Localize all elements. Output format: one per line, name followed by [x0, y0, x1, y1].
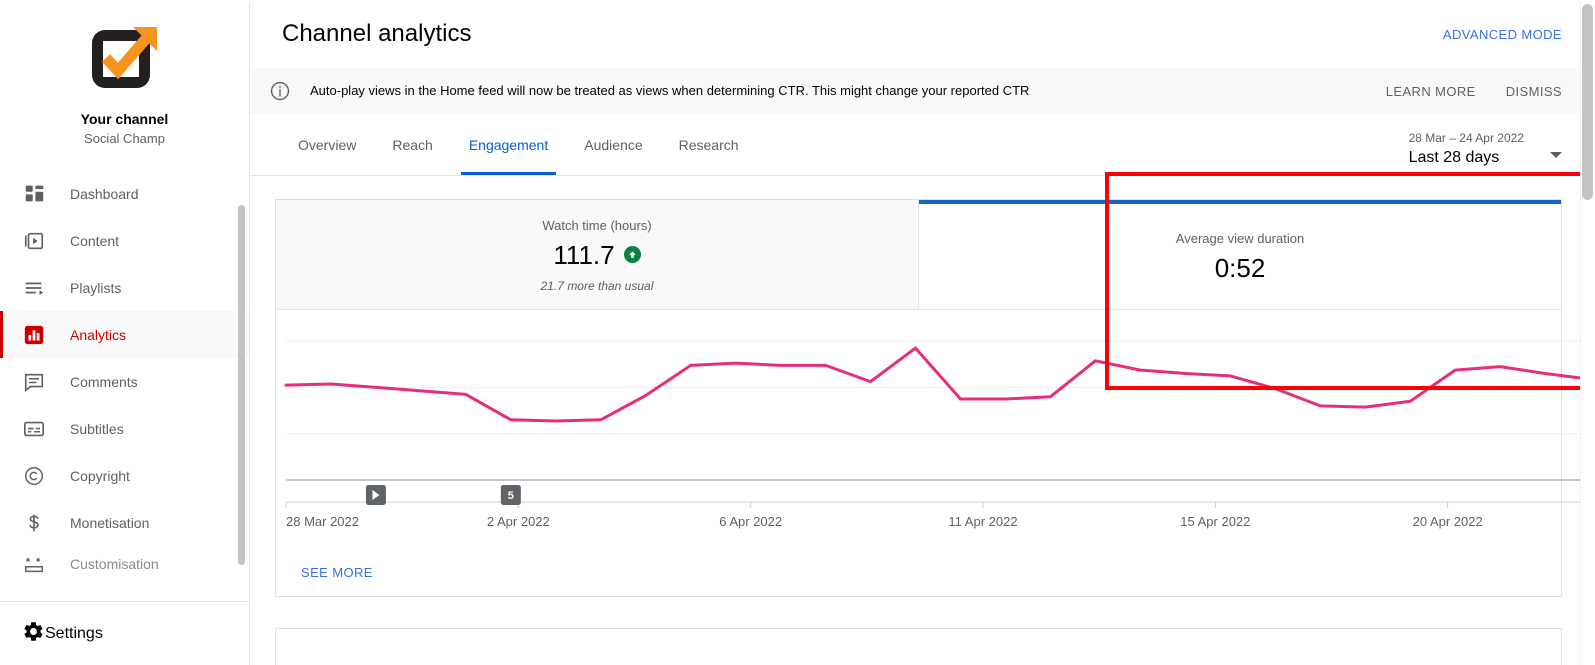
svg-text:28 Mar 2022: 28 Mar 2022: [286, 514, 359, 529]
sidebar-item-label: Monetisation: [70, 514, 150, 531]
svg-text:20 Apr 2022: 20 Apr 2022: [1413, 514, 1483, 529]
date-range-selector[interactable]: 28 Mar – 24 Apr 2022 Last 28 days: [1409, 130, 1562, 175]
notice-banner: Auto-play views in the Home feed will no…: [250, 68, 1595, 114]
copyright-icon: [22, 464, 46, 488]
customisation-icon: [22, 552, 46, 576]
sidebar-item-label: Settings: [45, 624, 103, 642]
date-range-text: 28 Mar – 24 Apr 2022 Last 28 days: [1409, 130, 1524, 169]
content-area: Watch time (hours) 111.7 21.7 more than …: [250, 199, 1595, 665]
sidebar-item-label: Copyright: [70, 467, 130, 484]
sidebar-item-label: Customisation: [70, 556, 159, 572]
dashboard-icon: [22, 182, 46, 206]
tab-audience[interactable]: Audience: [566, 114, 660, 175]
channel-name: Social Champ: [84, 131, 165, 146]
sidebar: Your channel Social Champ Dashboard Cont…: [0, 0, 250, 665]
sidebar-item-dashboard[interactable]: Dashboard: [0, 170, 249, 217]
checkbox-arrow-logo-icon: [91, 27, 157, 88]
metric-card-watch-time[interactable]: Watch time (hours) 111.7 21.7 more than …: [276, 200, 919, 309]
metric-label: Watch time (hours): [542, 217, 652, 233]
sidebar-item-label: Subtitles: [70, 420, 124, 437]
sidebar-item-copyright[interactable]: Copyright: [0, 452, 249, 499]
info-icon: [250, 80, 310, 102]
metric-value: 111.7: [553, 239, 615, 270]
content-video-icon: [22, 229, 46, 253]
metric-subtext: 21.7 more than usual: [540, 278, 654, 293]
subtitles-icon: [22, 417, 46, 441]
sidebar-item-analytics[interactable]: Analytics: [0, 311, 249, 358]
sidebar-item-monetisation[interactable]: Monetisation: [0, 499, 249, 546]
video-count-badge[interactable]: 5: [500, 485, 521, 505]
page-scrollbar-thumb[interactable]: [1582, 4, 1593, 200]
sidebar-item-settings[interactable]: Settings: [0, 602, 248, 665]
main-content: Channel analytics Advanced mode Auto-pla…: [250, 0, 1595, 665]
analytics-tabs: Overview Reach Engagement Audience Resea…: [282, 114, 757, 175]
video-upload-play-icon[interactable]: [365, 485, 386, 505]
comments-icon: [22, 370, 46, 394]
engagement-chart-card: Watch time (hours) 111.7 21.7 more than …: [275, 199, 1595, 597]
sidebar-item-label: Comments: [70, 373, 138, 390]
notice-text: Auto-play views in the Home feed will no…: [310, 83, 1030, 98]
svg-text:15 Apr 2022: 15 Apr 2022: [1180, 514, 1250, 529]
sidebar-scrollbar[interactable]: [238, 205, 245, 565]
tab-research[interactable]: Research: [661, 114, 757, 175]
sidebar-item-comments[interactable]: Comments: [0, 358, 249, 405]
metric-value-row: 111.7: [553, 239, 641, 271]
dollar-icon: [22, 511, 46, 535]
date-range-dates: 28 Mar – 24 Apr 2022: [1408, 131, 1524, 145]
window-top-edge: [0, 0, 1595, 3]
metric-card-average-view-duration[interactable]: Average view duration 0:52: [919, 200, 1561, 309]
analytics-icon: [22, 323, 46, 347]
sidebar-item-label: Content: [70, 232, 120, 249]
dismiss-button[interactable]: Dismiss: [1506, 84, 1562, 99]
tab-engagement[interactable]: Engagement: [451, 114, 566, 175]
sidebar-item-playlists[interactable]: Playlists: [0, 264, 249, 311]
svg-text:5: 5: [508, 490, 514, 502]
tab-reach[interactable]: Reach: [374, 114, 450, 175]
tab-overview[interactable]: Overview: [282, 114, 374, 175]
svg-text:11 Apr 2022: 11 Apr 2022: [948, 514, 1017, 529]
analytics-tabs-row: Overview Reach Engagement Audience Resea…: [250, 114, 1595, 176]
metric-label: Average view duration: [1175, 230, 1305, 246]
svg-text:6 Apr 2022: 6 Apr 2022: [719, 514, 782, 529]
youtube-studio-window: Your channel Social Champ Dashboard Cont…: [0, 0, 1595, 665]
line-chart[interactable]: 2:001:200:400:0028 Mar 20222 Apr 20226 A…: [276, 310, 1595, 542]
learn-more-button[interactable]: Learn more: [1386, 84, 1476, 99]
notice-actions: Learn more Dismiss: [1386, 84, 1562, 99]
sidebar-item-customisation[interactable]: Customisation: [0, 546, 249, 582]
sidebar-item-label: Analytics: [70, 326, 127, 343]
arrow-up-circle-icon: [623, 246, 641, 263]
page-title: Channel analytics: [282, 20, 472, 47]
secondary-card: [275, 628, 1562, 665]
advanced-mode-button[interactable]: Advanced mode: [1443, 27, 1562, 42]
your-channel-label: Your channel: [80, 111, 169, 127]
sidebar-item-content[interactable]: Content: [0, 217, 249, 264]
sidebar-item-label: Playlists: [70, 279, 122, 296]
gear-icon: [22, 620, 45, 648]
metric-value-row: 0:52: [1215, 252, 1266, 284]
date-range-preset: Last 28 days: [1408, 149, 1500, 166]
chart-svg: 2:001:200:400:0028 Mar 20222 Apr 20226 A…: [284, 340, 1595, 529]
sidebar-item-subtitles[interactable]: Subtitles: [0, 405, 249, 452]
avatar[interactable]: [89, 22, 161, 94]
playlists-icon: [22, 276, 46, 300]
see-more-button[interactable]: See more: [301, 565, 373, 580]
sidebar-nav: Dashboard Content Playlists Analytics Co…: [0, 170, 249, 582]
metric-tabs: Watch time (hours) 111.7 21.7 more than …: [276, 200, 1561, 310]
svg-text:2 Apr 2022: 2 Apr 2022: [487, 514, 550, 529]
page-header: Channel analytics Advanced mode: [250, 0, 1595, 68]
channel-block: Your channel Social Champ: [0, 0, 249, 148]
chevron-down-icon[interactable]: [1550, 151, 1562, 158]
metric-value: 0:52: [1214, 252, 1266, 283]
sidebar-item-label: Dashboard: [70, 185, 139, 202]
